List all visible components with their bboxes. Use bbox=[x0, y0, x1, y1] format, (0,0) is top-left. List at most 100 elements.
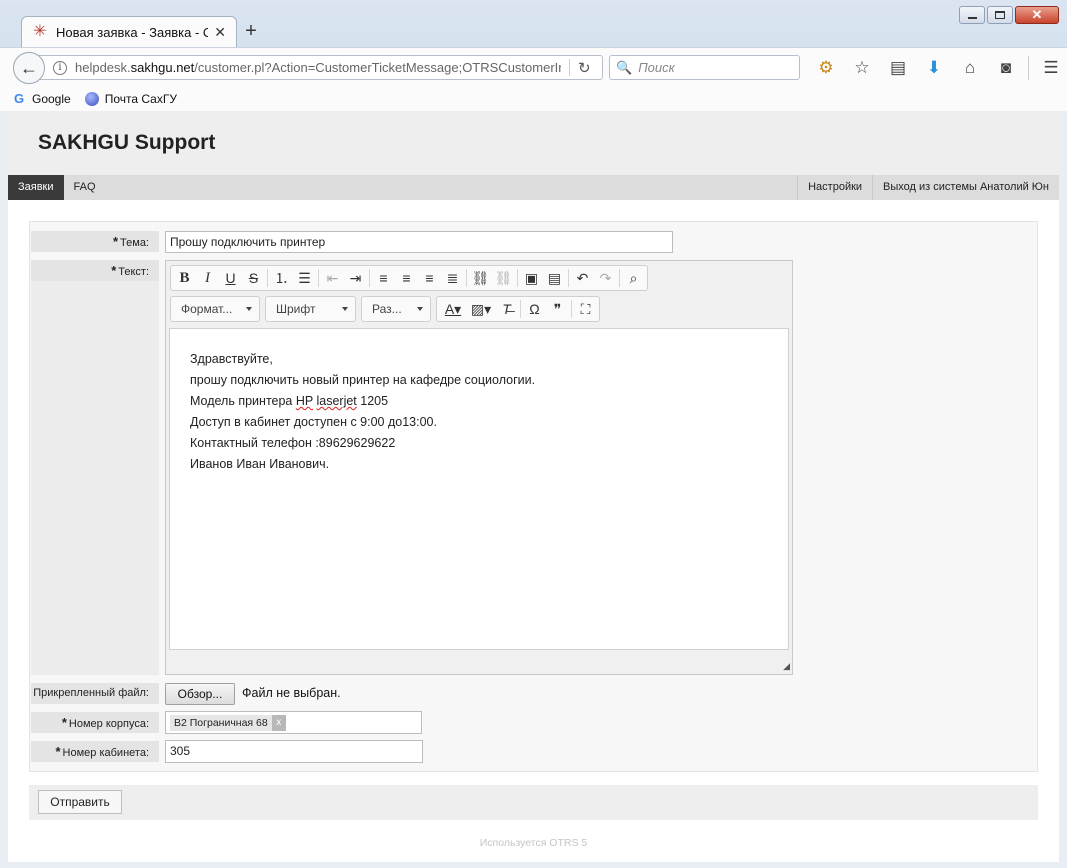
submit-button[interactable]: Отправить bbox=[38, 790, 122, 814]
align-center-icon[interactable]: ≡ bbox=[395, 267, 418, 289]
resize-grip-icon[interactable]: ◢ bbox=[783, 661, 790, 672]
body-line: Иванов Иван Иванович. bbox=[190, 457, 330, 471]
menu-item-faq[interactable]: FAQ bbox=[64, 175, 106, 200]
bookmarks-list-icon[interactable]: ▤ bbox=[880, 56, 916, 80]
maximize-editor-icon[interactable]: ⛶ bbox=[574, 298, 597, 320]
bookmark-label: Google bbox=[32, 91, 71, 106]
building-select[interactable]: В2 Пограничная 68 x bbox=[165, 711, 422, 734]
align-left-icon[interactable]: ≡ bbox=[372, 267, 395, 289]
find-icon[interactable]: ⌕ bbox=[622, 267, 645, 289]
text-label: * Текст: bbox=[31, 260, 159, 281]
numbered-list-icon[interactable]: ⒈ bbox=[270, 267, 293, 289]
footer-text: Используется OTRS 5 bbox=[479, 837, 588, 849]
search-icon: 🔍 bbox=[616, 59, 633, 75]
url-bar[interactable]: i helpdesk.sakhgu.net/customer.pl?Action… bbox=[36, 55, 603, 80]
toolbar-divider bbox=[520, 300, 521, 318]
window-controls: ✕ bbox=[959, 6, 1059, 24]
menu-item-tickets[interactable]: Заявки bbox=[8, 175, 64, 200]
required-star: * bbox=[55, 744, 61, 759]
reload-icon[interactable]: ↻ bbox=[578, 59, 602, 77]
undo-icon[interactable]: ↶ bbox=[571, 267, 594, 289]
special-char-icon[interactable]: Ω bbox=[523, 298, 546, 320]
toolbar-divider bbox=[517, 269, 518, 287]
browser-tab[interactable]: ✳ Новая заявка - Заявка - О... ✕ bbox=[21, 16, 237, 47]
required-star: * bbox=[111, 263, 117, 278]
printer-brand: HP bbox=[295, 394, 313, 408]
text-label-text: Текст: bbox=[118, 266, 149, 278]
url-text[interactable]: helpdesk.sakhgu.net/customer.pl?Action=C… bbox=[75, 60, 561, 75]
text-color-icon[interactable]: A▾ bbox=[439, 298, 467, 320]
home-icon[interactable]: ⌂ bbox=[952, 56, 988, 80]
subject-input[interactable]: Прошу подключить принтер bbox=[165, 231, 673, 253]
link-icon[interactable]: ⛓ bbox=[469, 267, 492, 289]
room-input[interactable]: 305 bbox=[165, 740, 423, 763]
browser-chrome: ✕ ✳ Новая заявка - Заявка - О... ✕ + ← i… bbox=[0, 0, 1067, 111]
bookmark-star-icon[interactable]: ☆ bbox=[844, 56, 880, 80]
submit-bar: Отправить bbox=[29, 785, 1038, 820]
back-button[interactable]: ← bbox=[13, 52, 45, 84]
url-prefix: helpdesk. bbox=[75, 60, 131, 75]
search-bar[interactable]: 🔍 Поиск bbox=[609, 55, 800, 80]
toolbar-divider bbox=[571, 300, 572, 318]
menu-item-logout[interactable]: Выход из системы Анатолий Юн bbox=[872, 175, 1059, 200]
google-icon: G bbox=[13, 90, 25, 106]
body-line: прошу подключить новый принтер на кафедр… bbox=[190, 373, 536, 387]
indent-icon[interactable]: ⇥ bbox=[344, 267, 367, 289]
required-star: * bbox=[61, 715, 67, 730]
url-path: /customer.pl?Action=CustomerTicketMessag… bbox=[194, 60, 561, 75]
pocket-icon[interactable]: ◙ bbox=[988, 56, 1024, 80]
minimize-button[interactable] bbox=[959, 6, 985, 24]
toolbar-divider bbox=[568, 269, 569, 287]
page-header: SAKHGU Support bbox=[8, 111, 1059, 175]
room-label: * Номер кабинета: bbox=[31, 741, 159, 762]
menu-right: Настройки Выход из системы Анатолий Юн bbox=[797, 175, 1059, 200]
downloads-icon[interactable]: ⬇ bbox=[916, 56, 952, 80]
body-line: Доступ в кабинет доступен с 9:00 до13:00… bbox=[190, 415, 437, 429]
underline-button[interactable]: U bbox=[219, 267, 242, 289]
redo-icon[interactable]: ↷ bbox=[594, 267, 617, 289]
menu-item-settings[interactable]: Настройки bbox=[797, 175, 872, 200]
unlink-icon[interactable]: ⛓ bbox=[492, 267, 515, 289]
remove-chip-icon[interactable]: x bbox=[271, 715, 286, 731]
editor-body[interactable]: Здравствуйте, прошу подключить новый при… bbox=[169, 328, 789, 650]
toolbar-divider bbox=[619, 269, 620, 287]
format-combo-label: Формат... bbox=[181, 302, 233, 316]
image-icon[interactable]: ▣ bbox=[520, 267, 543, 289]
maximize-icon bbox=[995, 11, 1005, 19]
bookmark-mail[interactable]: o Почта СахГУ bbox=[84, 91, 177, 106]
maximize-button[interactable] bbox=[987, 6, 1013, 24]
bulleted-list-icon[interactable]: ☰ bbox=[293, 267, 316, 289]
background-color-icon[interactable]: ▨▾ bbox=[467, 298, 495, 320]
colors-group: A▾ ▨▾ T̶ Ω ❞ ⛶ bbox=[436, 296, 600, 322]
new-tab-icon[interactable]: + bbox=[243, 20, 259, 43]
tab-title: Новая заявка - Заявка - О... bbox=[56, 24, 209, 40]
toolbar-divider bbox=[267, 269, 268, 287]
toolbar-divider bbox=[318, 269, 319, 287]
site-info-icon[interactable]: i bbox=[53, 60, 67, 75]
close-window-button[interactable]: ✕ bbox=[1015, 6, 1059, 24]
bookmark-google[interactable]: G Google bbox=[12, 90, 71, 106]
building-chip-label: В2 Пограничная 68 bbox=[174, 717, 268, 729]
tab-close-icon[interactable]: ✕ bbox=[214, 24, 226, 41]
building-label-text: Номер корпуса: bbox=[68, 718, 149, 730]
horizontal-rule-icon[interactable]: ▤ bbox=[543, 267, 566, 289]
remove-format-icon[interactable]: T̶ bbox=[495, 298, 518, 320]
format-combo[interactable]: Формат... bbox=[170, 296, 260, 322]
blockquote-icon[interactable]: ❞ bbox=[546, 298, 569, 320]
browse-button[interactable]: Обзор... bbox=[165, 683, 235, 705]
italic-button[interactable]: I bbox=[196, 267, 219, 289]
close-icon: ✕ bbox=[1031, 7, 1043, 22]
align-justify-icon[interactable]: ≣ bbox=[441, 267, 464, 289]
extension-icon[interactable]: ⚙ bbox=[808, 56, 844, 80]
menu-hamburger-icon[interactable]: ☰ bbox=[1033, 56, 1067, 80]
font-combo[interactable]: Шрифт bbox=[265, 296, 356, 322]
align-right-icon[interactable]: ≡ bbox=[418, 267, 441, 289]
strikethrough-button[interactable]: S bbox=[242, 267, 265, 289]
outdent-icon[interactable]: ⇤ bbox=[321, 267, 344, 289]
size-combo[interactable]: Раз... bbox=[361, 296, 431, 322]
bold-button[interactable]: B bbox=[173, 267, 196, 289]
required-star: * bbox=[112, 234, 119, 249]
ticket-form: * Тема: Прошу подключить принтер * Текст: … bbox=[29, 221, 1038, 772]
minimize-icon bbox=[967, 17, 977, 19]
page-content: SAKHGU Support Заявки FAQ Настройки Выхо… bbox=[8, 111, 1059, 862]
